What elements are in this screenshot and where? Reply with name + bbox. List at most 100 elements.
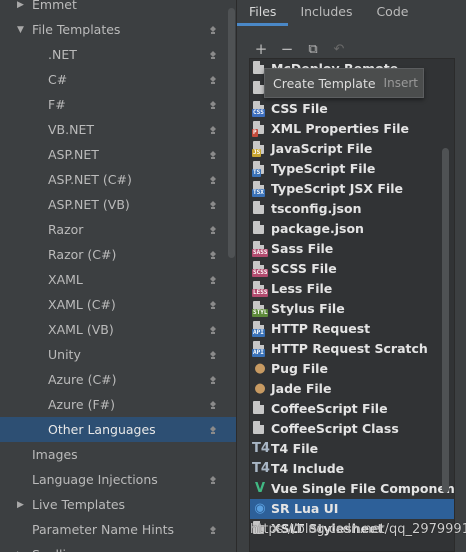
template-name: CoffeeScript File <box>271 401 388 416</box>
tree-item[interactable]: ▶Spelling <box>0 542 236 552</box>
tree-item[interactable]: .NET <box>0 42 236 67</box>
template-list-item[interactable]: P XML Properties File <box>250 119 454 139</box>
file-type-icon: LESS <box>252 281 269 297</box>
project-level-icon <box>208 200 218 210</box>
tree-item[interactable]: Azure (C#) <box>0 367 236 392</box>
tab-includes[interactable]: Includes <box>288 0 364 26</box>
watermark: https://blog.csdn.net/qq_29799917 <box>250 522 466 537</box>
tree-item[interactable]: Unity <box>0 342 236 367</box>
project-level-icon <box>208 400 218 410</box>
tree-item[interactable]: Azure (F#) <box>0 392 236 417</box>
template-name: TypeScript File <box>271 161 376 176</box>
template-list-item[interactable]: CoffeeScript Class <box>250 419 454 439</box>
template-name: tsconfig.json <box>271 201 362 216</box>
template-name: T4 Include <box>271 461 345 476</box>
template-list-item[interactable]: SASS Sass File <box>250 239 454 259</box>
template-list: McDeploy RemoteCSSCSS FilePXML Propertie… <box>249 58 455 552</box>
tree-item[interactable]: Other Languages <box>0 417 236 442</box>
project-level-icon <box>208 150 218 160</box>
template-list-item[interactable]: tsconfig.json <box>250 199 454 219</box>
tree-item[interactable]: Razor <box>0 217 236 242</box>
template-list-item[interactable]: API HTTP Request Scratch <box>250 339 454 359</box>
tab-code[interactable]: Code <box>364 0 420 26</box>
template-list-item[interactable]: T4 T4 File <box>250 439 454 459</box>
remove-template-button[interactable]: − <box>277 40 297 58</box>
file-type-icon: SCSS <box>252 261 269 277</box>
file-type-icon: P <box>252 121 268 137</box>
tree-item[interactable]: Razor (C#) <box>0 242 236 267</box>
tree-item[interactable]: Parameter Name Hints <box>0 517 236 542</box>
template-list-item[interactable]: SCSS SCSS File <box>250 259 454 279</box>
tree-scrollbar[interactable] <box>228 8 235 258</box>
tree-item-label: C# <box>48 72 68 87</box>
template-name: Jade File <box>271 381 332 396</box>
template-list-item[interactable]: LESS Less File <box>250 279 454 299</box>
tooltip-shortcut: Insert <box>383 76 418 90</box>
tree-item-label: VB.NET <box>48 122 94 137</box>
tree-item-label: Spelling <box>32 547 82 552</box>
template-list-item[interactable]: ◉ SR Lua UI <box>250 499 454 519</box>
tree-item[interactable]: F# <box>0 92 236 117</box>
tree-item-label: Razor (C#) <box>48 247 117 262</box>
project-level-icon <box>208 375 218 385</box>
file-type-icon: API <box>252 341 268 357</box>
template-list-scrollbar[interactable] <box>442 148 449 493</box>
template-list-item[interactable]: CSS CSS File <box>250 99 454 119</box>
expand-down-icon[interactable]: ▼ <box>17 25 27 35</box>
project-level-icon <box>208 50 218 60</box>
tree-item-label: Language Injections <box>32 472 158 487</box>
template-list-item[interactable]: API HTTP Request <box>250 319 454 339</box>
template-name: T4 File <box>271 441 319 456</box>
tree-item[interactable]: ▶ Emmet <box>0 0 236 17</box>
tree-item[interactable]: ▼ File Templates <box>0 17 236 42</box>
tree-item[interactable]: ASP.NET (VB) <box>0 192 236 217</box>
tree-item-label: ASP.NET (C#) <box>48 172 132 187</box>
project-level-icon <box>208 100 218 110</box>
tree-item[interactable]: Images <box>0 442 236 467</box>
template-list-item[interactable]: CoffeeScript File <box>250 399 454 419</box>
tree-item[interactable]: XAML (VB) <box>0 317 236 342</box>
project-level-icon <box>208 75 218 85</box>
template-list-item[interactable]: TSX TypeScript JSX File <box>250 179 454 199</box>
project-level-icon <box>208 350 218 360</box>
template-name: Less File <box>271 281 333 296</box>
file-type-icon: API <box>252 321 268 337</box>
tree-item[interactable]: XAML (C#) <box>0 292 236 317</box>
project-level-icon <box>208 425 218 435</box>
template-list-item[interactable]: ● Jade File <box>250 379 454 399</box>
project-level-icon <box>208 325 218 335</box>
template-list-item[interactable]: TS TypeScript File <box>250 159 454 179</box>
collapse-right-icon[interactable]: ▶ <box>17 0 27 10</box>
tree-item[interactable]: ▶ Live Templates <box>0 492 236 517</box>
create-template-tooltip: Create Template Insert <box>264 68 424 98</box>
tree-item[interactable]: XAML <box>0 267 236 292</box>
tree-item[interactable]: ASP.NET (C#) <box>0 167 236 192</box>
template-list-item[interactable]: package.json <box>250 219 454 239</box>
tab-files[interactable]: Files <box>237 0 289 26</box>
tree-item-label: Azure (C#) <box>48 372 117 387</box>
add-template-button[interactable]: + <box>251 40 271 58</box>
collapse-right-icon[interactable]: ▶ <box>17 500 27 510</box>
copy-template-button[interactable]: ⧉ <box>303 40 323 58</box>
file-type-icon <box>252 221 268 237</box>
project-level-icon <box>208 25 218 35</box>
project-level-icon <box>208 300 218 310</box>
template-list-item[interactable]: T4 T4 Include <box>250 459 454 479</box>
tree-item[interactable]: ASP.NET <box>0 142 236 167</box>
template-list-item[interactable]: ● Pug File <box>250 359 454 379</box>
project-level-icon <box>208 525 218 535</box>
project-level-icon <box>208 250 218 260</box>
tree-item[interactable]: VB.NET <box>0 117 236 142</box>
project-level-icon <box>208 175 218 185</box>
template-name: Sass File <box>271 241 334 256</box>
template-list-item[interactable]: V Vue Single File Component <box>250 479 454 499</box>
file-type-icon: STYL <box>252 301 269 317</box>
tree-item-label: XAML <box>48 272 83 287</box>
reset-template-button[interactable]: ↶ <box>329 40 349 58</box>
tree-item[interactable]: Language Injections <box>0 467 236 492</box>
tree-item[interactable]: C# <box>0 67 236 92</box>
template-list-item[interactable]: JS JavaScript File <box>250 139 454 159</box>
template-name: HTTP Request <box>271 321 371 336</box>
template-list-item[interactable]: STYL Stylus File <box>250 299 454 319</box>
template-name: CSS File <box>271 101 328 116</box>
